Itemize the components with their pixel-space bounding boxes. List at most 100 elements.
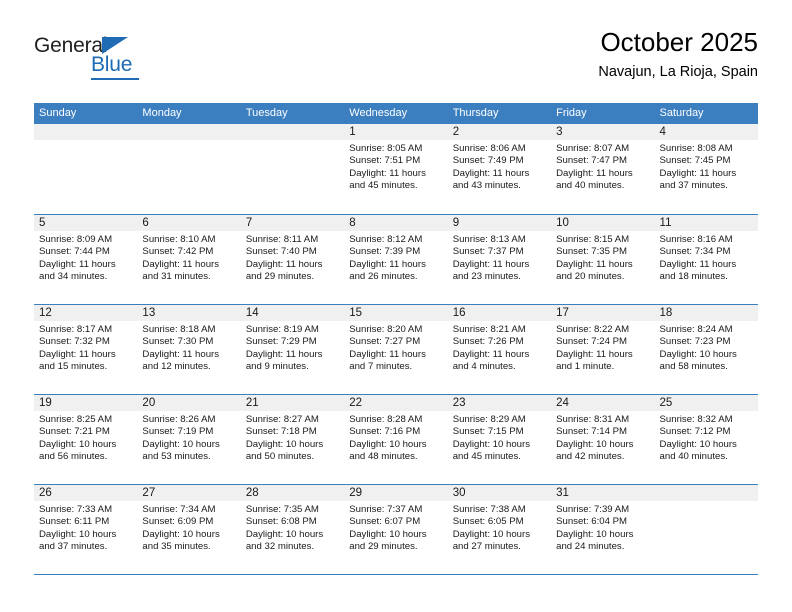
calendar-day-cell[interactable]: 4 Sunrise: 8:08 AM Sunset: 7:45 PM Daylight… (654, 124, 758, 214)
sunrise-text: Sunrise: 8:05 AM (349, 143, 423, 154)
sunrise-text: Sunrise: 8:24 AM (659, 324, 733, 335)
calendar-day-cell[interactable]: 23 Sunrise: 8:29 AM Sunset: 7:15 PM Dayligh… (447, 395, 552, 484)
calendar-day-cell[interactable]: 15 Sunrise: 8:20 AM Sunset: 7:27 PM Dayligh… (344, 305, 448, 394)
day-details: Sunrise: 8:17 AM Sunset: 7:32 PM Daylight:… (34, 321, 137, 374)
calendar-day-cell[interactable]: 1 Sunrise: 8:05 AM Sunset: 7:51 PM Daylight… (344, 124, 448, 214)
daylight-text-line1: Daylight: 11 hours (142, 258, 220, 270)
day-number: 18 (654, 305, 758, 321)
daylight-text-line1: Daylight: 10 hours (245, 438, 324, 450)
sunset-text: Sunset: 7:29 PM (245, 336, 317, 348)
calendar-day-cell[interactable]: 13 Sunrise: 8:18 AM Sunset: 7:30 PM Dayligh… (137, 305, 241, 394)
sunrise-text: Sunrise: 8:26 AM (142, 414, 216, 425)
daylight-text-line2: and 23 minutes. (452, 271, 521, 283)
calendar-day-cell[interactable]: 8 Sunrise: 8:12 AM Sunset: 7:39 PM Daylight… (344, 215, 448, 304)
calendar-day-cell[interactable]: 2 Sunrise: 8:06 AM Sunset: 7:49 PM Daylight… (447, 124, 552, 214)
general-blue-logo[interactable]: General Blue (34, 34, 214, 90)
calendar-day-cell[interactable]: 18 Sunrise: 8:24 AM Sunset: 7:23 PM Dayligh… (654, 305, 758, 394)
weekday-header-tuesday: Tuesday (245, 107, 288, 119)
sunset-text: Sunset: 7:44 PM (39, 246, 110, 258)
calendar-day-cell-empty (137, 124, 241, 214)
calendar-week-row: 19 Sunrise: 8:25 AM Sunset: 7:21 PM Dayligh… (34, 394, 758, 484)
daylight-text-line1: Daylight: 10 hours (245, 528, 324, 540)
sunrise-text: Sunrise: 8:06 AM (452, 143, 526, 154)
daylight-text-line1: Daylight: 11 hours (659, 167, 737, 179)
daylight-text-line2: and 29 minutes. (349, 541, 418, 553)
calendar-day-cell[interactable]: 16 Sunrise: 8:21 AM Sunset: 7:26 PM Dayligh… (447, 305, 552, 394)
daylight-text-line2: and 53 minutes. (142, 451, 211, 463)
calendar-day-cell-empty (34, 124, 138, 214)
calendar-day-cell[interactable]: 11 Sunrise: 8:16 AM Sunset: 7:34 PM Dayligh… (654, 215, 758, 304)
sunset-text: Sunset: 7:49 PM (452, 155, 524, 167)
sunrise-text: Sunrise: 8:10 AM (142, 234, 216, 245)
day-number: 20 (137, 395, 241, 411)
daylight-text-line1: Daylight: 10 hours (142, 528, 220, 540)
sunset-text: Sunset: 7:15 PM (452, 426, 524, 438)
page-header: General Blue October 2025 Navajun, La Ri… (34, 26, 758, 96)
calendar-day-cell[interactable]: 31 Sunrise: 7:39 AM Sunset: 6:04 PM Dayligh… (551, 485, 655, 574)
sunrise-text: Sunrise: 8:11 AM (245, 234, 319, 245)
calendar-day-cell[interactable]: 26 Sunrise: 7:33 AM Sunset: 6:11 PM Dayligh… (34, 485, 138, 574)
day-number: 1 (344, 124, 448, 140)
day-details: Sunrise: 8:25 AM Sunset: 7:21 PM Daylight:… (34, 411, 137, 464)
calendar-day-cell[interactable]: 29 Sunrise: 7:37 AM Sunset: 6:07 PM Dayligh… (344, 485, 448, 574)
sunset-text: Sunset: 7:26 PM (452, 336, 524, 348)
sunrise-text: Sunrise: 7:35 AM (245, 504, 319, 515)
daylight-text-line2: and 37 minutes. (659, 180, 728, 192)
calendar-day-cell[interactable]: 10 Sunrise: 8:15 AM Sunset: 7:35 PM Dayligh… (551, 215, 655, 304)
calendar-day-cell[interactable]: 17 Sunrise: 8:22 AM Sunset: 7:24 PM Dayligh… (551, 305, 655, 394)
day-details: Sunrise: 7:37 AM Sunset: 6:07 PM Daylight:… (344, 501, 447, 554)
sunset-text: Sunset: 6:08 PM (245, 516, 317, 528)
sunrise-text: Sunrise: 8:07 AM (556, 143, 630, 154)
calendar-day-cell[interactable]: 21 Sunrise: 8:27 AM Sunset: 7:18 PM Dayligh… (240, 395, 345, 484)
calendar-day-cell[interactable]: 6 Sunrise: 8:10 AM Sunset: 7:42 PM Daylight… (137, 215, 241, 304)
day-details: Sunrise: 8:28 AM Sunset: 7:16 PM Daylight:… (344, 411, 447, 464)
calendar-day-cell[interactable]: 3 Sunrise: 8:07 AM Sunset: 7:47 PM Daylight… (551, 124, 655, 214)
sunset-text: Sunset: 7:16 PM (349, 426, 421, 438)
brand-name-blue: Blue (91, 53, 133, 76)
day-details: Sunrise: 8:26 AM Sunset: 7:19 PM Daylight:… (137, 411, 240, 464)
calendar-day-cell[interactable]: 28 Sunrise: 7:35 AM Sunset: 6:08 PM Dayligh… (240, 485, 345, 574)
daylight-text-line2: and 31 minutes. (142, 271, 211, 283)
daylight-text-line2: and 4 minutes. (452, 361, 516, 373)
calendar-day-cell[interactable]: 30 Sunrise: 7:38 AM Sunset: 6:05 PM Dayligh… (447, 485, 552, 574)
calendar-week-row: 1 Sunrise: 8:05 AM Sunset: 7:51 PM Daylight… (34, 124, 758, 214)
calendar-day-cell[interactable]: 24 Sunrise: 8:31 AM Sunset: 7:14 PM Dayligh… (551, 395, 655, 484)
day-details: Sunrise: 8:06 AM Sunset: 7:49 PM Daylight:… (448, 140, 551, 193)
sunset-text: Sunset: 7:39 PM (349, 246, 421, 258)
daylight-text-line1: Daylight: 11 hours (349, 167, 426, 179)
calendar-day-cell[interactable]: 27 Sunrise: 7:34 AM Sunset: 6:09 PM Dayligh… (137, 485, 241, 574)
sunset-text: Sunset: 6:11 PM (39, 516, 110, 528)
calendar-day-cell[interactable]: 22 Sunrise: 8:28 AM Sunset: 7:16 PM Dayligh… (344, 395, 448, 484)
sunrise-text: Sunrise: 8:13 AM (452, 234, 526, 245)
calendar-day-cell[interactable]: 14 Sunrise: 8:19 AM Sunset: 7:29 PM Dayligh… (240, 305, 345, 394)
sunrise-text: Sunrise: 8:20 AM (349, 324, 423, 335)
daylight-text-line1: Daylight: 11 hours (556, 348, 633, 360)
day-number: 6 (137, 215, 241, 231)
daylight-text-line1: Daylight: 10 hours (142, 438, 220, 450)
sunset-text: Sunset: 7:18 PM (245, 426, 317, 438)
calendar-page: General Blue October 2025 Navajun, La Ri… (0, 0, 792, 612)
daylight-text-line1: Daylight: 11 hours (452, 167, 530, 179)
daylight-text-line2: and 43 minutes. (452, 180, 521, 192)
day-details: Sunrise: 8:31 AM Sunset: 7:14 PM Daylight:… (551, 411, 654, 464)
day-number: 31 (551, 485, 655, 501)
daylight-text-line2: and 34 minutes. (39, 271, 108, 283)
day-details: Sunrise: 8:12 AM Sunset: 7:39 PM Daylight:… (344, 231, 447, 284)
calendar-day-cell[interactable]: 5 Sunrise: 8:09 AM Sunset: 7:44 PM Daylight… (34, 215, 138, 304)
sunrise-text: Sunrise: 8:27 AM (245, 414, 319, 425)
daylight-text-line1: Daylight: 11 hours (349, 348, 426, 360)
day-number: 7 (240, 215, 345, 231)
calendar-day-cell[interactable]: 12 Sunrise: 8:17 AM Sunset: 7:32 PM Dayligh… (34, 305, 138, 394)
weekday-header-sunday: Sunday (39, 107, 77, 119)
calendar-day-cell[interactable]: 19 Sunrise: 8:25 AM Sunset: 7:21 PM Dayligh… (34, 395, 138, 484)
daylight-text-line2: and 12 minutes. (142, 361, 211, 373)
calendar-day-cell[interactable]: 25 Sunrise: 8:32 AM Sunset: 7:12 PM Dayligh… (654, 395, 758, 484)
calendar-day-cell[interactable]: 9 Sunrise: 8:13 AM Sunset: 7:37 PM Daylight… (447, 215, 552, 304)
calendar-day-cell[interactable]: 7 Sunrise: 8:11 AM Sunset: 7:40 PM Daylight… (240, 215, 345, 304)
daylight-text-line2: and 29 minutes. (245, 271, 315, 283)
day-number: 17 (551, 305, 655, 321)
calendar-day-cell[interactable]: 20 Sunrise: 8:26 AM Sunset: 7:19 PM Dayligh… (137, 395, 241, 484)
daylight-text-line1: Daylight: 11 hours (245, 348, 323, 360)
sunrise-text: Sunrise: 8:15 AM (556, 234, 630, 245)
sunrise-text: Sunrise: 8:25 AM (39, 414, 113, 425)
